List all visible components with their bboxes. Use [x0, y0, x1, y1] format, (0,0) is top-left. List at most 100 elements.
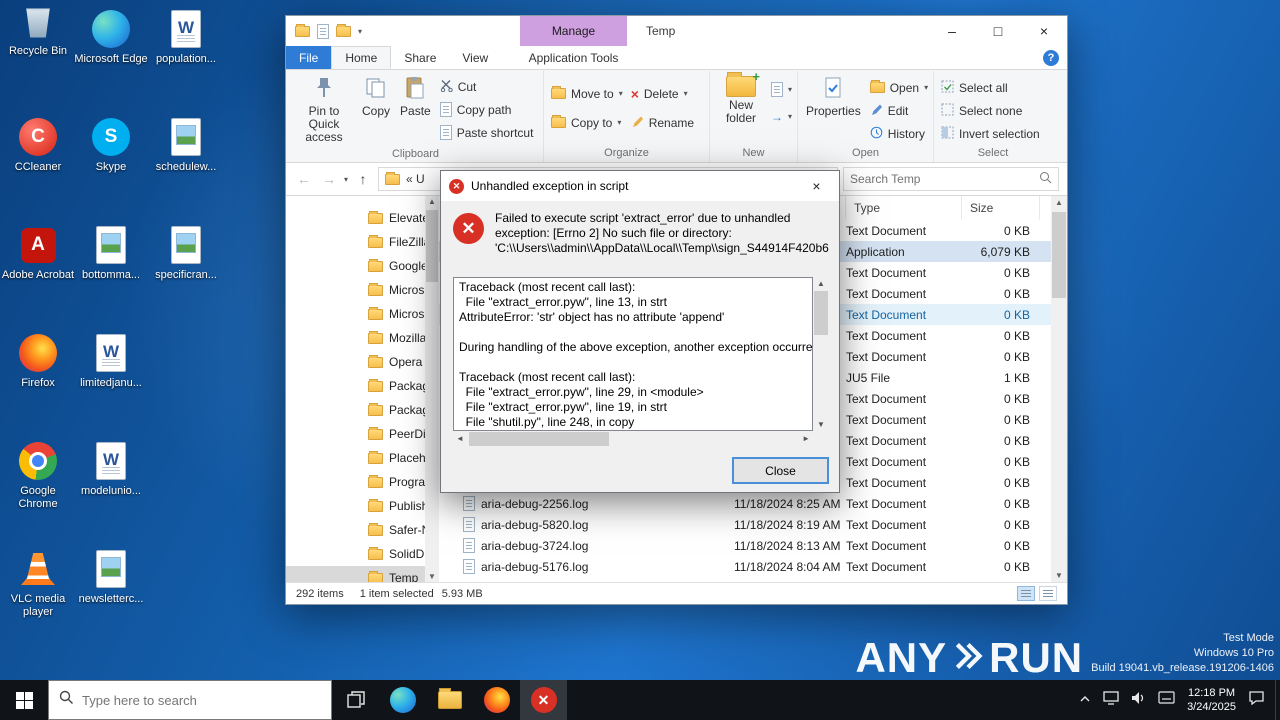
desktop-icon-ccleaner[interactable]: C CCleaner — [0, 116, 76, 174]
title-bar[interactable]: ▾ Manage Temp – □ × — [286, 16, 1067, 46]
delete-button[interactable]: × Delete ▾ — [627, 83, 698, 104]
maximize-button[interactable]: □ — [975, 16, 1021, 46]
paste-shortcut-button[interactable]: Paste shortcut — [436, 122, 538, 143]
help-icon[interactable]: ? — [1043, 50, 1059, 66]
move-to-button[interactable]: Move to ▾ — [547, 83, 627, 104]
paste-button[interactable]: Paste — [395, 73, 436, 121]
tree-item-packages-1[interactable]: Packag... — [286, 374, 439, 398]
desktop-icon-google-chrome[interactable]: Google Chrome — [0, 440, 76, 511]
tree-item-mozilla[interactable]: Mozilla — [286, 326, 439, 350]
tree-item-temp[interactable]: Temp — [286, 566, 439, 582]
taskbar-firefox-button[interactable] — [473, 680, 520, 720]
select-none-button[interactable]: Select none — [937, 100, 1044, 121]
file-list-scrollbar[interactable]: ▲ ▼ — [1051, 196, 1067, 582]
search-box[interactable] — [843, 167, 1059, 191]
scroll-down-icon[interactable]: ▼ — [425, 572, 439, 581]
scroll-left-icon[interactable]: ◄ — [456, 434, 464, 443]
tree-item-elevate[interactable]: Elevate — [286, 206, 439, 230]
tree-item-google[interactable]: Google — [286, 254, 439, 278]
scroll-up-icon[interactable]: ▲ — [1051, 198, 1067, 207]
tree-item-microsoft-1[interactable]: Micros... — [286, 278, 439, 302]
invert-selection-button[interactable]: Invert selection — [937, 123, 1044, 144]
minimize-button[interactable]: – — [929, 16, 975, 46]
copy-to-button[interactable]: Copy to ▾ — [547, 112, 627, 133]
file-list-scrollbar-thumb[interactable] — [1052, 212, 1066, 298]
back-button[interactable]: ← — [294, 171, 314, 187]
action-center-icon[interactable] — [1248, 690, 1265, 710]
tree-scrollbar[interactable]: ▲ ▼ — [425, 196, 439, 582]
close-button[interactable]: × — [1021, 16, 1067, 46]
qat-new-folder-icon[interactable] — [336, 23, 351, 37]
taskbar-search-box[interactable] — [48, 680, 332, 720]
desktop-icon-adobe-acrobat[interactable]: A Adobe Acrobat — [0, 224, 76, 282]
desktop-icon-recycle-bin[interactable]: Recycle Bin — [0, 0, 76, 58]
thumbnails-view-button[interactable] — [1039, 586, 1057, 601]
tab-share[interactable]: Share — [391, 46, 449, 69]
rename-button[interactable]: Rename — [627, 112, 698, 133]
tab-view[interactable]: View — [449, 46, 501, 69]
new-item-button[interactable]: ▾ — [769, 79, 794, 100]
column-header-size[interactable]: Size — [962, 196, 1040, 220]
display-tray-icon[interactable] — [1103, 690, 1119, 710]
scroll-up-icon[interactable]: ▲ — [813, 279, 829, 288]
taskbar-edge-button[interactable] — [379, 680, 426, 720]
file-row[interactable]: aria-debug-5820.log 11/18/2024 8:19 AM Tex… — [439, 514, 1067, 535]
taskbar-search-input[interactable] — [82, 692, 321, 708]
scroll-down-icon[interactable]: ▼ — [1051, 571, 1067, 580]
desktop-icon-schedulew[interactable]: schedulew... — [148, 116, 224, 174]
desktop-icon-firefox[interactable]: Firefox — [0, 332, 76, 390]
taskbar-clock[interactable]: 12:18 PM 3/24/2025 — [1187, 686, 1236, 714]
traceback-text[interactable]: Traceback (most recent call last): File … — [453, 277, 813, 431]
tray-expand-chevron-icon[interactable] — [1079, 691, 1091, 709]
easy-access-button[interactable]: → ▾ — [769, 106, 794, 127]
desktop-icon-bottomma[interactable]: bottomma... — [73, 224, 149, 282]
tree-item-soliddocuments[interactable]: SolidD... — [286, 542, 439, 566]
task-view-button[interactable] — [332, 680, 379, 720]
tree-item-placeholder[interactable]: Placeho... — [286, 446, 439, 470]
desktop-icon-newsletterc[interactable]: newsletterc... — [73, 548, 149, 606]
tree-item-safer-networking[interactable]: Safer-N... — [286, 518, 439, 542]
new-folder-button[interactable]: + New folder — [713, 70, 769, 128]
desktop-icon-skype[interactable]: S Skype — [73, 116, 149, 174]
recent-locations-chevron-icon[interactable]: ▾ — [344, 175, 348, 184]
tab-file[interactable]: File — [286, 46, 332, 69]
column-header-type[interactable]: Type — [846, 196, 962, 220]
open-button[interactable]: Open ▾ — [866, 77, 932, 98]
desktop-icon-edge[interactable]: Microsoft Edge — [73, 8, 149, 66]
details-view-button[interactable] — [1017, 586, 1035, 601]
tree-item-opera[interactable]: Opera — [286, 350, 439, 374]
select-all-button[interactable]: Select all — [937, 77, 1044, 98]
file-row[interactable]: aria-debug-5176.log 11/18/2024 8:04 AM Tex… — [439, 556, 1067, 577]
tree-item-programs[interactable]: Progra... — [286, 470, 439, 494]
desktop-icon-specificran[interactable]: specificran... — [148, 224, 224, 282]
tree-scrollbar-thumb[interactable] — [426, 210, 438, 282]
dialog-title-bar[interactable]: ✕ Unhandled exception in script × — [441, 171, 839, 201]
desktop-icon-population[interactable]: population... — [148, 8, 224, 66]
scroll-right-icon[interactable]: ► — [802, 434, 810, 443]
tab-application-tools[interactable]: Application Tools — [520, 46, 627, 70]
edit-button[interactable]: Edit — [866, 100, 932, 121]
search-icon[interactable] — [1039, 171, 1052, 187]
scroll-down-icon[interactable]: ▼ — [813, 420, 829, 429]
properties-button[interactable]: Properties — [801, 73, 866, 121]
keyboard-tray-icon[interactable] — [1158, 691, 1175, 709]
qat-customize-chevron-icon[interactable]: ▾ — [358, 27, 362, 36]
dialog-close-button[interactable]: Close — [732, 457, 829, 484]
desktop-icon-modelunio[interactable]: modelunio... — [73, 440, 149, 498]
forward-button[interactable]: → — [319, 171, 339, 187]
file-row[interactable]: aria-debug-2256.log 11/18/2024 8:25 AM Tex… — [439, 493, 1067, 514]
file-row[interactable]: aria-debug-3724.log 11/18/2024 8:13 AM Tex… — [439, 535, 1067, 556]
tab-home[interactable]: Home — [331, 46, 392, 69]
copy-path-button[interactable]: Copy path — [436, 99, 538, 120]
dialog-horizontal-scrollbar[interactable]: ◄ ► — [453, 431, 813, 447]
tree-item-packages-2[interactable]: Packag... — [286, 398, 439, 422]
start-button[interactable] — [0, 680, 48, 720]
tree-item-peerdis[interactable]: PeerDis... — [286, 422, 439, 446]
tree-item-microsoft-2[interactable]: Micros... — [286, 302, 439, 326]
pin-to-quick-access-button[interactable]: Pin to Quick access — [291, 73, 357, 147]
tree-item-filezilla[interactable]: FileZilla — [286, 230, 439, 254]
search-input[interactable] — [850, 172, 1035, 186]
volume-tray-icon[interactable] — [1131, 691, 1146, 710]
desktop-icon-vlc[interactable]: VLC media player — [0, 548, 76, 619]
taskbar-file-explorer-button[interactable] — [426, 680, 473, 720]
